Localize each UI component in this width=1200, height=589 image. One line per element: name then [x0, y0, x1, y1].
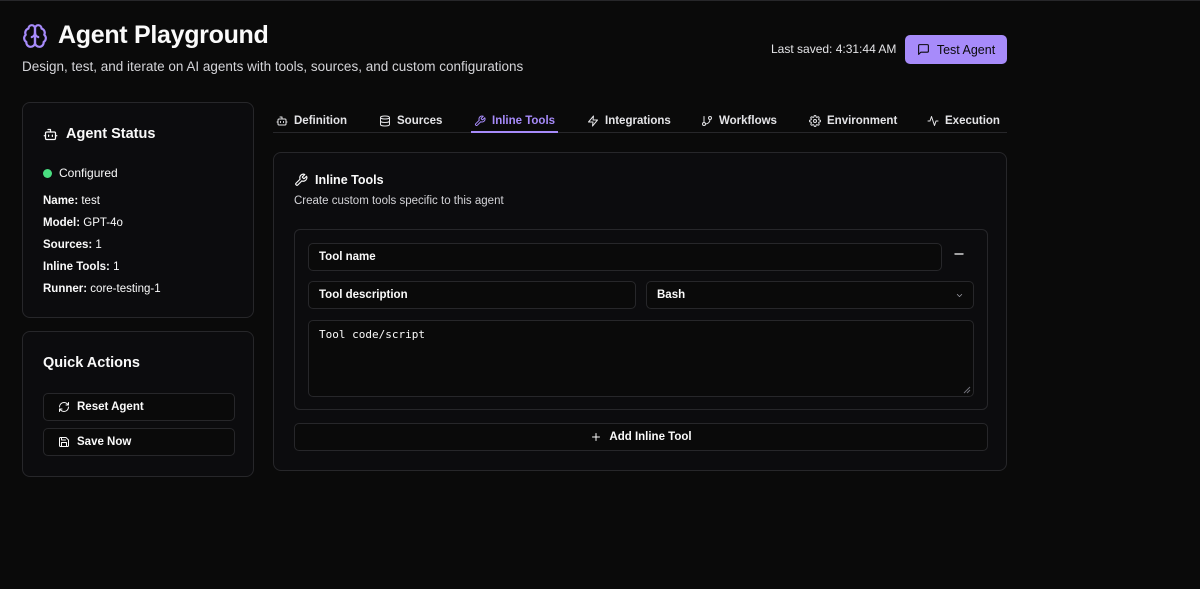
- save-now-button[interactable]: Save Now: [43, 428, 235, 456]
- reset-agent-button[interactable]: Reset Agent: [43, 393, 235, 421]
- brain-icon: [23, 23, 47, 48]
- test-agent-button[interactable]: Test Agent: [905, 35, 1007, 64]
- plus-icon: [592, 433, 601, 441]
- stat-name: Name: test: [43, 195, 100, 207]
- inline-tools-title: Inline Tools: [315, 173, 384, 187]
- stat-label: Model:: [43, 217, 81, 229]
- bot-icon: [276, 116, 288, 125]
- stat-value: GPT-4o: [83, 217, 123, 229]
- refresh-icon: [59, 402, 69, 412]
- tool-code-textarea[interactable]: Tool code/script: [308, 320, 974, 397]
- tab-label: Integrations: [605, 114, 671, 127]
- agent-status-card: Agent Status Configured Name: test Model…: [22, 102, 254, 318]
- message-square-icon: [917, 44, 929, 55]
- tool-editor: Tool name Tool description Bash Tool cod…: [294, 229, 988, 410]
- save-now-label: Save Now: [77, 436, 132, 448]
- add-inline-tool-button[interactable]: Add Inline Tool: [294, 423, 988, 451]
- stat-runner: Runner: core-testing-1: [43, 283, 161, 295]
- reset-agent-label: Reset Agent: [77, 401, 144, 413]
- page-subtitle: Design, test, and iterate on AI agents w…: [22, 59, 524, 74]
- stat-label: Name:: [43, 195, 79, 207]
- chevron-down-icon: [956, 294, 963, 297]
- tab-execution[interactable]: Execution: [927, 109, 1000, 132]
- configured-status: Configured: [43, 166, 118, 180]
- stat-value: 1: [95, 239, 102, 251]
- stat-label: Runner:: [43, 283, 88, 295]
- tab-label: Inline Tools: [492, 114, 556, 127]
- agent-status-title: Agent Status: [66, 126, 156, 142]
- tab-label: Execution: [945, 114, 1000, 127]
- add-inline-tool-label: Add Inline Tool: [609, 431, 692, 443]
- quick-actions-card: Quick Actions Reset Agent Save Now: [22, 331, 254, 477]
- save-icon: [59, 437, 69, 447]
- inline-tools-description: Create custom tools specific to this age…: [294, 195, 504, 207]
- database-icon: [380, 115, 390, 126]
- stat-label: Sources:: [43, 239, 93, 251]
- tab-inline-tools[interactable]: Inline Tools: [470, 109, 559, 133]
- quick-actions-title: Quick Actions: [43, 355, 140, 371]
- language-select[interactable]: Bash: [646, 281, 974, 309]
- tab-integrations[interactable]: Integrations: [587, 109, 671, 132]
- tab-definition[interactable]: Definition: [276, 109, 347, 132]
- stat-inline-tools: Inline Tools: 1: [43, 261, 119, 273]
- last-saved-text: Last saved: 4:31:44 AM: [771, 42, 897, 56]
- tab-workflows[interactable]: Workflows: [701, 109, 777, 132]
- tool-code-placeholder: Tool code/script: [319, 328, 425, 341]
- stat-label: Inline Tools:: [43, 261, 110, 273]
- stat-value: 1: [113, 261, 120, 273]
- minus-icon[interactable]: [952, 247, 966, 261]
- stat-model: Model: GPT-4o: [43, 217, 123, 229]
- stat-value: core-testing-1: [90, 283, 161, 295]
- tab-label: Environment: [827, 114, 898, 127]
- inline-tools-card: Inline Tools Create custom tools specifi…: [273, 152, 1007, 471]
- tab-sources[interactable]: Sources: [379, 109, 442, 132]
- page-header: Agent Playground: [22, 21, 269, 50]
- zap-icon: [588, 115, 598, 126]
- tool-name-input[interactable]: Tool name: [308, 243, 942, 271]
- stat-sources: Sources: 1: [43, 239, 102, 251]
- status-dot: [43, 168, 52, 178]
- agent-status-header: Agent Status: [43, 126, 155, 142]
- tab-environment[interactable]: Environment: [809, 109, 897, 132]
- tab-label: Definition: [294, 114, 348, 127]
- tab-label: Sources: [397, 114, 443, 127]
- resize-handle-icon[interactable]: [963, 386, 971, 394]
- stat-value: test: [81, 195, 100, 207]
- bot-icon: [43, 128, 58, 140]
- test-agent-label: Test Agent: [936, 42, 996, 57]
- page-title: Agent Playground: [58, 21, 269, 49]
- gear-icon: [809, 114, 821, 127]
- status-badge: Configured: [59, 166, 118, 180]
- tab-label: Workflows: [719, 114, 777, 127]
- activity-icon: [927, 115, 939, 126]
- wrench-icon: [295, 173, 308, 186]
- inline-tools-header: Inline Tools: [294, 173, 384, 187]
- wrench-icon: [474, 115, 486, 126]
- git-branch-icon: [702, 115, 712, 126]
- language-select-value: Bash: [657, 289, 686, 301]
- tab-bar: Definition Sources Inline Tools Integrat…: [273, 102, 1007, 133]
- tool-description-input[interactable]: Tool description: [308, 281, 636, 309]
